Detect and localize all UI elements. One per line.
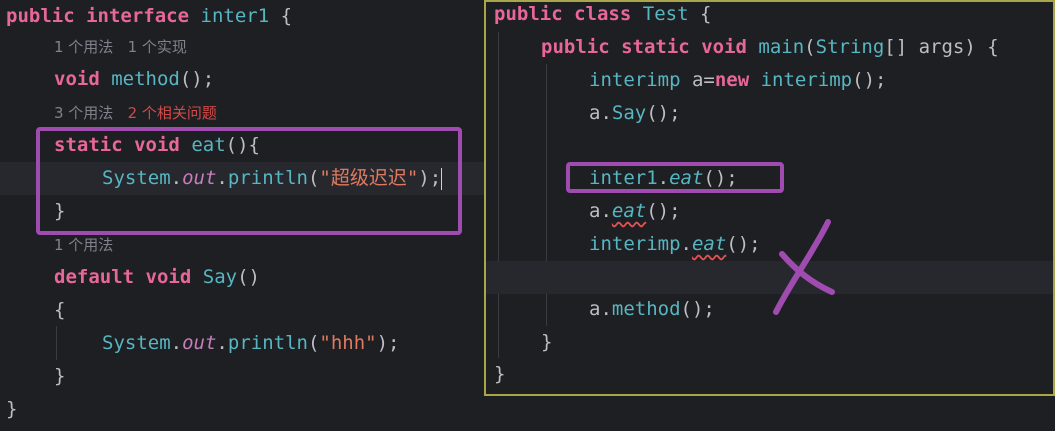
class-name: Test (642, 3, 689, 25)
cross-mark-icon (773, 219, 835, 315)
string-literal: "hhh" (319, 332, 377, 354)
method-name-error: eat (691, 233, 727, 255)
punctuation: ( (804, 36, 816, 58)
method-name: method (111, 68, 180, 90)
class-name: System (102, 332, 171, 354)
punctuation: (); (726, 233, 761, 255)
brace: } (494, 363, 506, 385)
punctuation: [] args) { (884, 36, 999, 58)
method-name: main (758, 36, 805, 58)
punctuation: . (216, 332, 228, 354)
brace: } (541, 331, 553, 353)
code-line[interactable]: void method(); (0, 63, 484, 96)
interface-name: inter1 (200, 5, 270, 27)
brace: { (269, 5, 293, 27)
code-line[interactable]: System.out.println("hhh"); (0, 327, 484, 360)
code-line[interactable]: } (486, 326, 1053, 359)
right-pane-footer (484, 396, 1055, 431)
code-line[interactable]: default void Say() (0, 261, 484, 294)
method-name: Say (202, 266, 238, 288)
brace: } (6, 398, 18, 420)
highlight-box-interface-call (566, 162, 784, 193)
punctuation: ); (376, 332, 400, 354)
brace: } (54, 365, 66, 387)
brace: { (54, 299, 66, 321)
field-name: out (182, 332, 217, 354)
code-line[interactable]: } (0, 393, 484, 426)
punctuation: (); (646, 102, 681, 124)
class-name: interimp (589, 69, 681, 91)
keyword: public (541, 36, 610, 58)
keyword: new (714, 69, 750, 91)
code-line[interactable]: } (0, 360, 484, 393)
usage-hint[interactable]: 3 个用法 2 个相关问题 (0, 97, 484, 130)
keyword: void (54, 68, 100, 90)
implementation-count[interactable]: 1 个实现 (128, 38, 187, 56)
punctuation: (); (179, 68, 215, 90)
punctuation: (); (680, 298, 715, 320)
keyword: void (145, 266, 192, 288)
usage-hint[interactable]: 1 个用法 1 个实现 (0, 31, 484, 64)
punctuation: (); (852, 69, 887, 91)
code-line[interactable]: public class Test { (486, 0, 1053, 31)
variable: a= (680, 69, 715, 91)
usage-count[interactable]: 1 个用法 (54, 236, 113, 254)
punctuation: ( (307, 332, 320, 354)
code-line[interactable]: { (0, 294, 484, 327)
punctuation: . (680, 233, 692, 255)
keyword: public (494, 3, 563, 25)
class-name: interimp (749, 69, 853, 91)
punctuation: (); (646, 200, 681, 222)
usage-count[interactable]: 1 个用法 (54, 38, 113, 56)
keyword: public (6, 5, 75, 27)
class-name: interimp (589, 233, 681, 255)
method-name: Say (611, 102, 647, 124)
punctuation: . (170, 332, 183, 354)
method-name: method (611, 298, 681, 320)
highlight-box-static-method (36, 127, 462, 235)
code-line[interactable]: a.Say(); (486, 97, 1053, 130)
keyword: void (701, 36, 747, 58)
keyword: static (621, 36, 690, 58)
brace: { (688, 3, 712, 25)
right-editor-pane[interactable]: public class Test { public static void m… (484, 0, 1055, 396)
variable: a. (589, 200, 612, 222)
keyword: default (54, 266, 135, 288)
code-line[interactable]: public interface inter1 { (0, 0, 484, 33)
code-line[interactable]: } (486, 358, 1053, 391)
code-line[interactable]: public static void main(String[] args) { (486, 31, 1053, 64)
keyword: class (574, 3, 632, 25)
method-name: println (227, 332, 308, 354)
code-line[interactable]: interimp a=new interimp(); (486, 64, 1053, 97)
left-editor-pane[interactable]: public interface inter1 { 1 个用法 1 个实现 vo… (0, 0, 484, 431)
variable: a. (589, 298, 612, 320)
variable: a. (589, 102, 612, 124)
keyword: interface (86, 5, 190, 27)
related-problems[interactable]: 2 个相关问题 (128, 104, 217, 122)
class-name: String (815, 36, 885, 58)
punctuation: () (237, 266, 260, 288)
method-name-error: eat (611, 200, 647, 222)
usage-count[interactable]: 3 个用法 (54, 104, 113, 122)
